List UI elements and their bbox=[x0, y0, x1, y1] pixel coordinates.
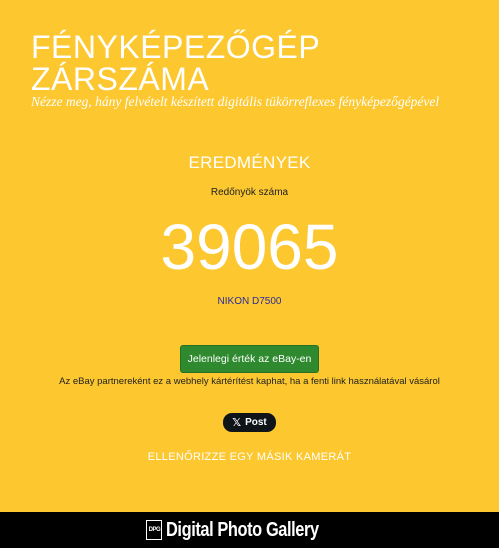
title-line-1: FÉNYKÉPEZŐGÉP bbox=[31, 29, 321, 65]
title-line-2: ZÁRSZÁMA bbox=[31, 61, 210, 97]
shutter-count-value: 39065 bbox=[160, 211, 339, 283]
affiliate-disclaimer: Az eBay partnereként ez a webhely kártér… bbox=[59, 376, 440, 387]
ebay-button-container: Jelenlegi érték az eBay-en bbox=[0, 345, 499, 373]
ebay-value-button[interactable]: Jelenlegi érték az eBay-en bbox=[179, 345, 320, 373]
logo-text: Digital Photo Gallery bbox=[166, 518, 320, 541]
shutter-count-label: Redőnyök száma bbox=[210, 187, 289, 198]
x-post-button[interactable]: 𝕏 Post bbox=[223, 413, 276, 432]
check-another-camera-link[interactable]: ELLENŐRIZZE EGY MÁSIK KAMERÁT bbox=[148, 451, 352, 463]
page-subtitle: Nézze meg, hány felvételt készített digi… bbox=[31, 94, 440, 109]
camera-model-link[interactable]: NIKON D7500 bbox=[218, 296, 282, 307]
results-heading: EREDMÉNYEK bbox=[188, 153, 311, 172]
post-button-container: 𝕏 Post bbox=[0, 413, 499, 432]
camera-model-container: NIKON D7500 bbox=[0, 296, 499, 307]
check-other-container: ELLENŐRIZZE EGY MÁSIK KAMERÁT bbox=[0, 451, 499, 463]
site-logo[interactable]: DPG Digital Photo Gallery bbox=[146, 519, 352, 542]
post-button-label: Post bbox=[245, 417, 267, 428]
page-title: FÉNYKÉPEZŐGÉP ZÁRSZÁMA bbox=[31, 31, 320, 95]
x-logo-icon: 𝕏 bbox=[232, 417, 242, 429]
logo-mark-icon: DPG bbox=[146, 520, 163, 540]
footer-bar: DPG Digital Photo Gallery bbox=[0, 512, 499, 548]
